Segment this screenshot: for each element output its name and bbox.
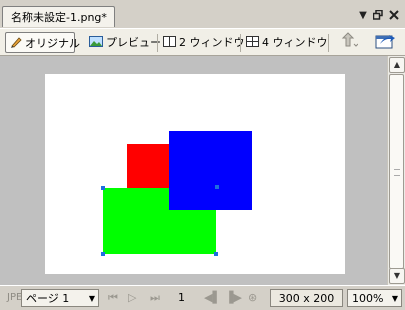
grip-icon: [394, 169, 400, 176]
scroll-down-button[interactable]: ▼: [389, 268, 405, 284]
page-select-value: ページ 1: [26, 292, 70, 305]
restore-icon[interactable]: [372, 9, 384, 22]
selection-handle[interactable]: [101, 186, 105, 190]
selection-handle[interactable]: [101, 252, 105, 256]
toolbar-separator: [157, 34, 158, 52]
tab-menu-icon[interactable]: ▼: [357, 10, 369, 22]
document-tab-strip: 名称未設定-1.png* ▼: [0, 0, 405, 28]
two-up-view-button[interactable]: 2 ウィンドウ: [159, 32, 245, 54]
preview-in-browser-button[interactable]: [370, 32, 400, 53]
play-icon[interactable]: ▷: [128, 289, 136, 307]
red-rectangle[interactable]: [127, 144, 169, 194]
pencil-icon: [10, 34, 22, 55]
browser-arrow-icon: [374, 32, 396, 57]
image-icon: [89, 33, 103, 54]
zoom-select[interactable]: 100% ▼: [347, 289, 402, 307]
four-up-view-label: 4 ウィンドウ: [262, 36, 328, 49]
document-canvas[interactable]: [45, 74, 345, 274]
four-up-view-button[interactable]: 4 ウィンドウ: [242, 32, 328, 54]
vertical-scrollbar[interactable]: ▲ ▼: [387, 56, 405, 285]
original-view-label: オリジナル: [25, 37, 80, 50]
status-bar: JPEG ページ 1 ▼ ⏮ ▷ ⏭ 1 ◀▌ ▐▶ ⊛ 300 x 200 1…: [0, 285, 405, 310]
original-view-button[interactable]: オリジナル: [5, 32, 80, 55]
next-frame-icon[interactable]: ▐▶: [225, 289, 242, 307]
toolbar-separator: [240, 34, 241, 52]
zoom-select-value: 100%: [352, 292, 384, 305]
preview-view-button[interactable]: プレビュー: [85, 32, 161, 54]
two-up-view-label: 2 ウィンドウ: [179, 36, 245, 49]
export-options-button[interactable]: [336, 32, 362, 53]
last-frame-icon[interactable]: ⏭: [150, 289, 160, 307]
two-pane-icon: [163, 33, 176, 54]
selection-handle[interactable]: [214, 252, 218, 256]
close-icon[interactable]: [388, 10, 400, 22]
loop-icon[interactable]: ⊛: [248, 289, 257, 307]
upload-arrow-icon: [340, 32, 359, 55]
document-tab[interactable]: 名称未設定-1.png*: [2, 6, 115, 27]
chevron-down-icon: ▼: [391, 294, 398, 303]
selection-handle[interactable]: [215, 185, 219, 189]
image-dimensions: 300 x 200: [270, 289, 343, 307]
scroll-thumb[interactable]: [389, 74, 404, 269]
first-frame-icon[interactable]: ⏮: [108, 289, 118, 307]
chevron-down-icon: ▼: [88, 294, 95, 303]
four-pane-icon: [246, 33, 259, 54]
frame-number: 1: [178, 291, 185, 304]
page-select[interactable]: ページ 1 ▼: [21, 289, 99, 307]
view-toolbar: オリジナル プレビュー 2 ウィンドウ 4 ウィンドウ: [0, 28, 405, 56]
previous-frame-icon[interactable]: ◀▌: [204, 289, 221, 307]
toolbar-separator: [328, 34, 329, 52]
scroll-up-button[interactable]: ▲: [389, 57, 405, 73]
preview-view-label: プレビュー: [106, 36, 161, 49]
blue-rectangle[interactable]: [169, 131, 252, 210]
canvas-drawing: [101, 131, 252, 256]
